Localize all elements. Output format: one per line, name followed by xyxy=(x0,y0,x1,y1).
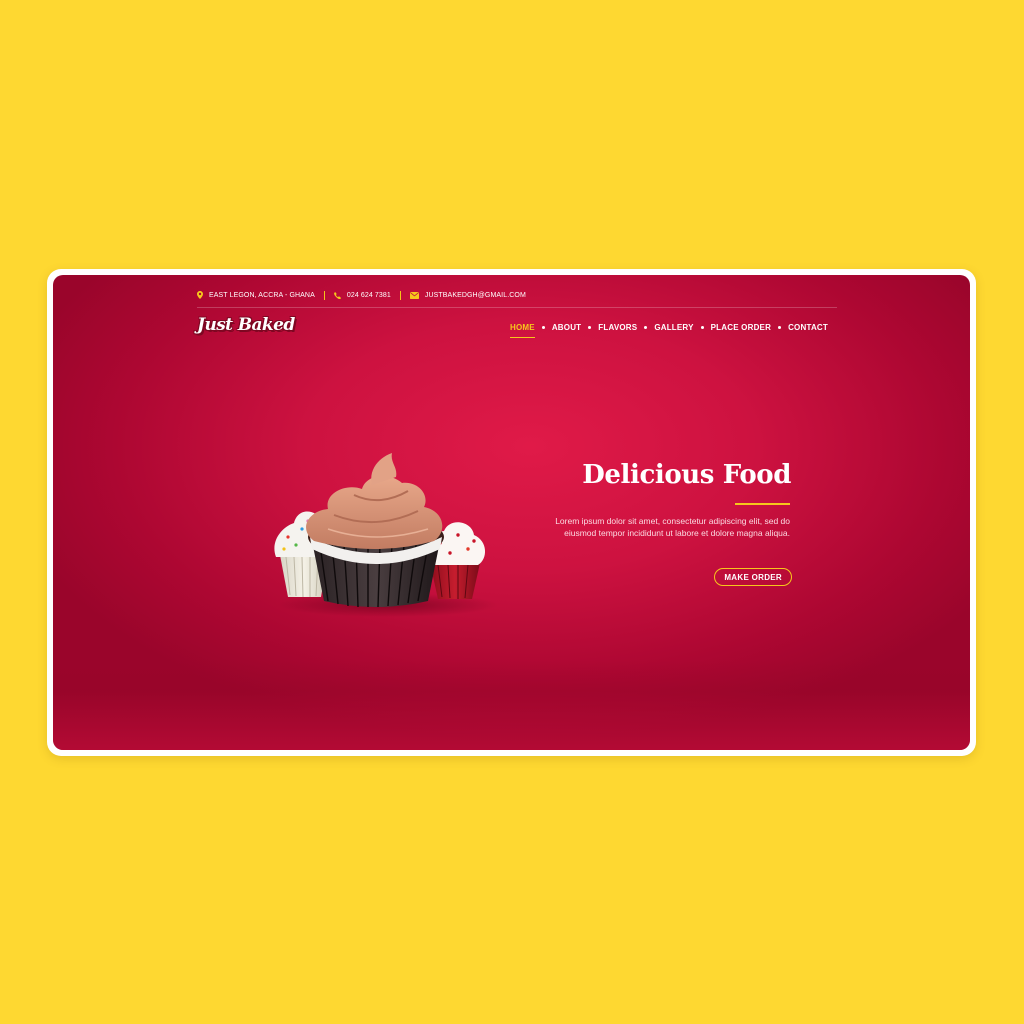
site-logo[interactable]: Just Baked xyxy=(197,315,295,335)
nav-separator-dot xyxy=(700,326,704,329)
contact-info-bar: EAST LEGON, ACCRA - GHANA 024 624 7381 J… xyxy=(197,287,526,303)
nav-place-order[interactable]: PLACE ORDER xyxy=(711,323,771,336)
header-divider xyxy=(197,307,837,308)
divider xyxy=(399,290,401,300)
cupcakes-image xyxy=(274,453,498,617)
envelope-icon xyxy=(409,291,419,299)
nav-separator-dot xyxy=(644,326,648,329)
nav-separator-dot xyxy=(588,326,592,329)
make-order-button[interactable]: MAKE ORDER xyxy=(714,568,792,586)
chocolate-cupcake xyxy=(306,453,444,608)
divider xyxy=(323,290,325,300)
hero-floor-gradient xyxy=(53,660,970,750)
map-pin-icon xyxy=(197,291,203,299)
location-info: EAST LEGON, ACCRA - GHANA xyxy=(197,291,315,299)
nav-contact[interactable]: CONTACT xyxy=(788,323,828,336)
hero-title-underline xyxy=(735,503,790,505)
nav-gallery[interactable]: GALLERY xyxy=(654,323,693,336)
website-viewport: EAST LEGON, ACCRA - GHANA 024 624 7381 J… xyxy=(53,275,970,750)
nav-flavors[interactable]: FLAVORS xyxy=(598,323,637,336)
nav-home[interactable]: HOME xyxy=(510,323,535,338)
email-text: JUSTBAKEDGH@GMAIL.COM xyxy=(424,291,526,299)
hero-description: Lorem ipsum dolor sit amet, consectetur … xyxy=(555,516,790,538)
nav-separator-dot xyxy=(778,326,782,329)
hero-title: Delicious Food xyxy=(582,460,791,490)
browser-frame: EAST LEGON, ACCRA - GHANA 024 624 7381 J… xyxy=(47,269,976,756)
location-text: EAST LEGON, ACCRA - GHANA xyxy=(209,291,315,299)
email-info[interactable]: JUSTBAKEDGH@GMAIL.COM xyxy=(409,291,526,299)
main-navigation: HOME ABOUT FLAVORS GALLERY PLACE ORDER C… xyxy=(510,323,828,338)
phone-info[interactable]: 024 624 7381 xyxy=(333,291,391,299)
phone-icon xyxy=(333,291,341,299)
nav-separator-dot xyxy=(541,326,545,329)
nav-about[interactable]: ABOUT xyxy=(552,323,581,336)
phone-text: 024 624 7381 xyxy=(346,291,391,299)
